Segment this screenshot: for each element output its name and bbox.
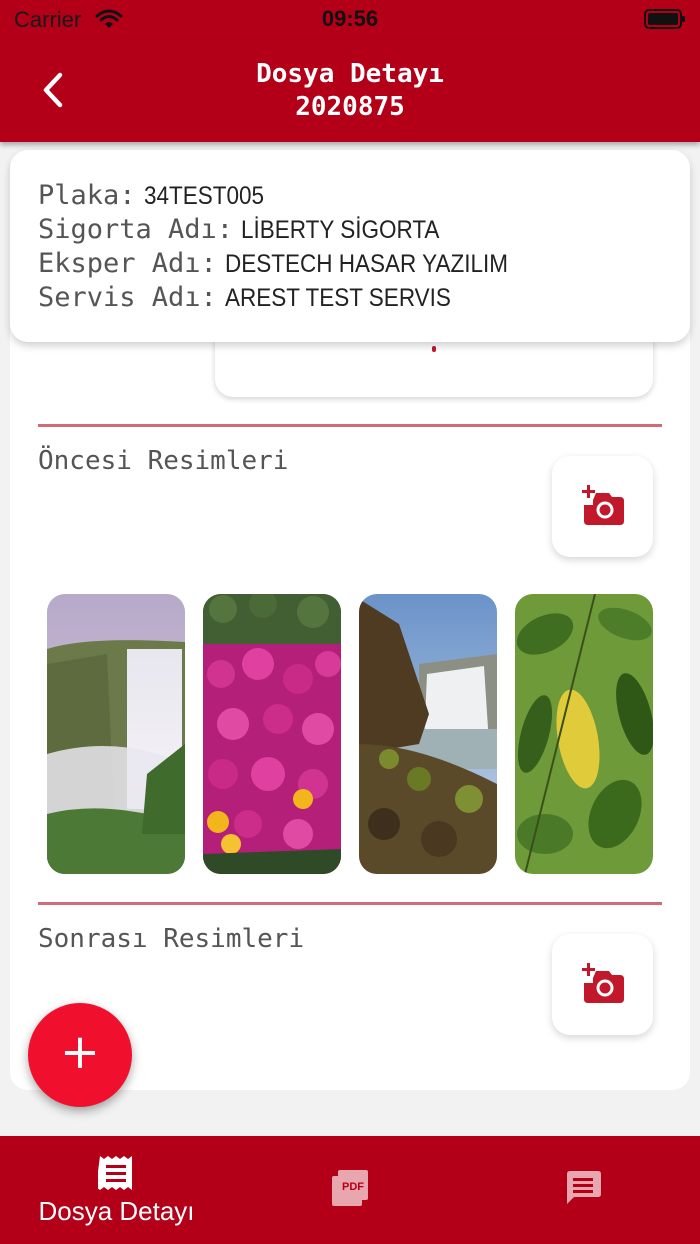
expert-label: Eksper Adı: [38, 248, 217, 279]
add-photo-camera-icon [582, 485, 624, 525]
tab-pdf[interactable]: PDF [233, 1136, 466, 1244]
expert-row: Eksper Adı: DESTECH HASAR YAZILIM [38, 248, 690, 282]
tab-file-detail-label: Dosya Detayı [38, 1196, 195, 1226]
status-time: 09:56 [321, 6, 379, 31]
message-icon [567, 1171, 601, 1204]
hidden-indicator [432, 346, 436, 352]
expert-value: DESTECH HASAR YAZILIM [224, 250, 508, 278]
after-photos-title: Sonrası Resimleri [38, 924, 305, 954]
insurance-label: Sigorta Adı: [38, 214, 234, 245]
plate-value: 34TEST005 [143, 182, 264, 210]
add-photo-camera-icon [582, 963, 624, 1003]
insurance-row: Sigorta Adı: LİBERTY SİGORTA [38, 214, 690, 248]
pdf-icon: PDF [332, 1170, 368, 1206]
tab-messages[interactable] [466, 1136, 699, 1244]
divider [38, 902, 662, 905]
insurance-value: LİBERTY SİGORTA [241, 216, 440, 244]
photo-thumbnail-citrus-leaves[interactable] [515, 594, 653, 874]
page-title: Dosya Detayı [256, 59, 444, 89]
tab-bar: Dosya Detayı PDF [0, 1136, 700, 1244]
file-info-card: Plaka: 34TEST005 Sigorta Adı: LİBERTY SİGO… [10, 150, 690, 342]
plate-row: Plaka: 34TEST005 [38, 180, 690, 214]
add-after-photo-button[interactable] [552, 934, 653, 1035]
svg-text:PDF: PDF [342, 1181, 364, 1193]
navigation-bar: Dosya Detayı 2020875 [0, 40, 700, 142]
add-before-photo-button[interactable] [552, 456, 653, 557]
tab-file-detail[interactable]: Dosya Detayı [0, 1136, 233, 1244]
file-number: 2020875 [295, 92, 405, 122]
battery-icon [644, 9, 685, 29]
divider [38, 424, 662, 427]
before-photos-title: Öncesi Resimleri [38, 446, 289, 476]
status-bar: Carrier 09:56 [0, 0, 700, 40]
service-value: AREST TEST SERVIS [224, 284, 451, 312]
photo-thumbnail-pink-flowers[interactable] [203, 594, 341, 874]
service-label: Servis Adı: [38, 282, 217, 313]
receipt-icon [98, 1156, 132, 1190]
add-fab-button[interactable]: + [28, 1003, 132, 1107]
service-row: Servis Adı: AREST TEST SERVIS [38, 282, 690, 316]
plus-icon: + [59, 1024, 101, 1080]
plate-label: Plaka: [38, 180, 136, 211]
photo-thumbnail-waterfall[interactable] [47, 594, 185, 874]
photo-thumbnail-waterfall-rocks[interactable] [359, 594, 497, 874]
